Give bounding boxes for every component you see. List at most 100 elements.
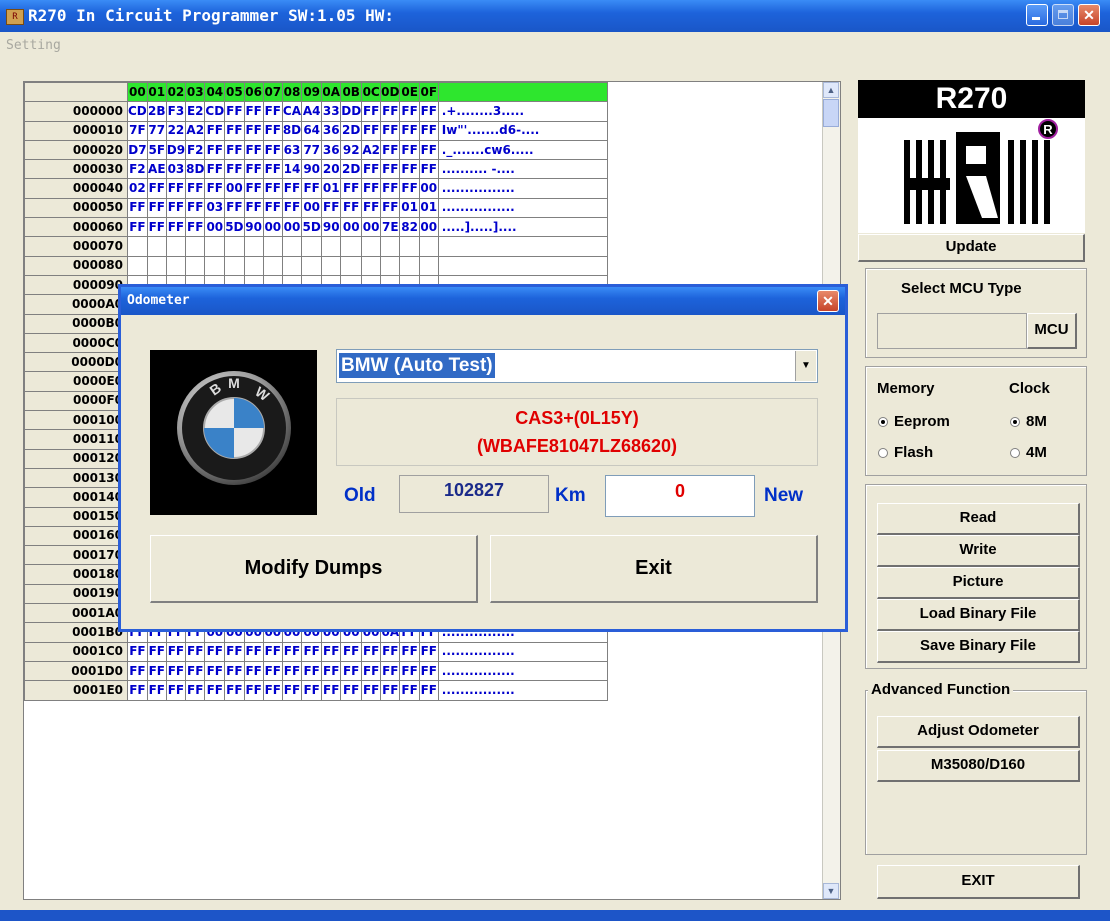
hex-byte-cell[interactable]: FF — [224, 641, 245, 662]
hex-byte-cell[interactable] — [361, 236, 382, 257]
hex-byte-cell[interactable]: FF — [281, 680, 303, 701]
hex-byte-cell[interactable]: 77 — [146, 120, 167, 141]
hex-byte-cell[interactable]: A2 — [361, 139, 382, 161]
hex-byte-cell[interactable]: FF — [399, 120, 420, 141]
hex-byte-cell[interactable] — [399, 255, 420, 276]
dialog-exit-button[interactable]: Exit — [490, 535, 818, 603]
hex-byte-cell[interactable]: FF — [301, 641, 323, 662]
hex-byte-cell[interactable]: FF — [361, 101, 382, 122]
hex-byte-cell[interactable]: A4 — [301, 101, 323, 122]
hex-byte-cell[interactable]: FF — [380, 101, 401, 122]
hex-byte-cell[interactable] — [204, 255, 226, 276]
hex-byte-cell[interactable] — [185, 255, 206, 276]
hex-byte-cell[interactable]: 00 — [224, 178, 245, 199]
hex-byte-cell[interactable] — [165, 236, 187, 257]
hex-byte-cell[interactable]: FF — [281, 641, 303, 662]
hex-byte-cell[interactable]: FF — [361, 680, 382, 701]
hex-byte-cell[interactable]: FF — [361, 120, 382, 141]
hex-byte-cell[interactable]: 5D — [301, 217, 323, 238]
write-button[interactable]: Write — [877, 535, 1080, 567]
hex-byte-cell[interactable]: FF — [204, 159, 226, 180]
hex-byte-cell[interactable] — [301, 236, 323, 257]
hex-byte-cell[interactable]: FF — [146, 217, 167, 238]
hex-byte-cell[interactable]: FF — [262, 159, 283, 180]
hex-byte-cell[interactable]: FF — [301, 680, 323, 701]
hex-byte-cell[interactable]: FF — [224, 101, 245, 122]
hex-byte-cell[interactable]: 01 — [418, 197, 439, 219]
hex-byte-cell[interactable]: FF — [165, 660, 187, 682]
hex-byte-cell[interactable]: FF — [301, 660, 323, 682]
hex-byte-cell[interactable]: AE — [146, 159, 167, 180]
hex-byte-cell[interactable]: FF — [380, 660, 401, 682]
hex-byte-cell[interactable]: FF — [380, 197, 401, 219]
hex-byte-cell[interactable]: 00 — [418, 178, 439, 199]
hex-byte-cell[interactable]: FF — [204, 680, 226, 701]
adjust-odometer-button[interactable]: Adjust Odometer — [877, 716, 1080, 748]
hex-byte-cell[interactable]: 92 — [340, 139, 363, 161]
hex-byte-cell[interactable]: F3 — [165, 101, 187, 122]
hex-byte-cell[interactable]: FF — [127, 217, 148, 238]
hex-byte-cell[interactable]: FF — [262, 680, 283, 701]
hex-byte-cell[interactable]: 00 — [262, 217, 283, 238]
hex-byte-cell[interactable]: 00 — [301, 197, 323, 219]
hex-byte-cell[interactable]: 00 — [204, 217, 226, 238]
hex-byte-cell[interactable]: FF — [399, 178, 420, 199]
hex-byte-cell[interactable] — [127, 236, 148, 257]
maximize-button[interactable] — [1052, 4, 1074, 26]
hex-byte-cell[interactable]: FF — [361, 178, 382, 199]
hex-byte-cell[interactable]: FF — [399, 139, 420, 161]
hex-byte-cell[interactable]: FF — [380, 120, 401, 141]
hex-byte-cell[interactable] — [399, 236, 420, 257]
hex-byte-cell[interactable]: FF — [243, 120, 264, 141]
hex-byte-cell[interactable]: CD — [127, 101, 148, 122]
hex-byte-cell[interactable]: FF — [165, 217, 187, 238]
hex-byte-cell[interactable]: 5F — [146, 139, 167, 161]
hex-byte-cell[interactable]: CD — [204, 101, 226, 122]
hex-byte-cell[interactable]: FF — [399, 641, 420, 662]
hex-byte-cell[interactable]: FF — [224, 197, 245, 219]
hex-byte-cell[interactable]: FF — [262, 120, 283, 141]
load-binary-button[interactable]: Load Binary File — [877, 599, 1080, 631]
hex-byte-cell[interactable]: FF — [204, 120, 226, 141]
hex-byte-cell[interactable]: FF — [281, 178, 303, 199]
hex-byte-cell[interactable]: 03 — [204, 197, 226, 219]
hex-byte-cell[interactable]: FF — [321, 641, 342, 662]
hex-byte-cell[interactable] — [146, 255, 167, 276]
hex-byte-cell[interactable]: FF — [340, 680, 363, 701]
hex-byte-cell[interactable]: FF — [243, 197, 264, 219]
hex-byte-cell[interactable]: 20 — [321, 159, 342, 180]
hex-byte-cell[interactable]: FF — [262, 197, 283, 219]
hex-byte-cell[interactable]: FF — [146, 641, 167, 662]
scroll-up-icon[interactable]: ▲ — [823, 82, 839, 98]
hex-byte-cell[interactable]: FF — [380, 641, 401, 662]
hex-byte-cell[interactable]: FF — [262, 660, 283, 682]
hex-byte-cell[interactable]: FF — [127, 660, 148, 682]
hex-byte-cell[interactable]: FF — [262, 641, 283, 662]
hex-byte-cell[interactable]: 36 — [321, 139, 342, 161]
hex-byte-cell[interactable]: FF — [380, 139, 401, 161]
hex-byte-cell[interactable]: 00 — [361, 217, 382, 238]
hex-byte-cell[interactable]: FF — [361, 641, 382, 662]
hex-byte-cell[interactable]: FF — [361, 660, 382, 682]
hex-byte-cell[interactable]: FF — [418, 159, 439, 180]
hex-byte-cell[interactable]: FF — [262, 178, 283, 199]
hex-byte-cell[interactable] — [224, 255, 245, 276]
hex-byte-cell[interactable]: FF — [399, 159, 420, 180]
hex-byte-cell[interactable] — [418, 236, 439, 257]
hex-byte-cell[interactable]: FF — [146, 197, 167, 219]
hex-byte-cell[interactable]: FF — [185, 660, 206, 682]
hex-byte-cell[interactable]: FF — [418, 139, 439, 161]
hex-byte-cell[interactable]: 8D — [281, 120, 303, 141]
hex-byte-cell[interactable]: 7E — [380, 217, 401, 238]
eeprom-radio[interactable]: Eeprom — [878, 413, 950, 430]
model-select[interactable]: BMW (Auto Test) ▼ — [336, 349, 818, 383]
hex-byte-cell[interactable] — [204, 236, 226, 257]
hex-byte-cell[interactable]: FF — [281, 197, 303, 219]
clock-8m-radio[interactable]: 8M — [1010, 413, 1047, 430]
hex-byte-cell[interactable]: FF — [399, 660, 420, 682]
hex-byte-cell[interactable]: FF — [340, 660, 363, 682]
hex-byte-cell[interactable]: FF — [204, 641, 226, 662]
hex-byte-cell[interactable]: 01 — [399, 197, 420, 219]
hex-byte-cell[interactable]: 36 — [321, 120, 342, 141]
scroll-down-icon[interactable]: ▼ — [823, 883, 839, 899]
